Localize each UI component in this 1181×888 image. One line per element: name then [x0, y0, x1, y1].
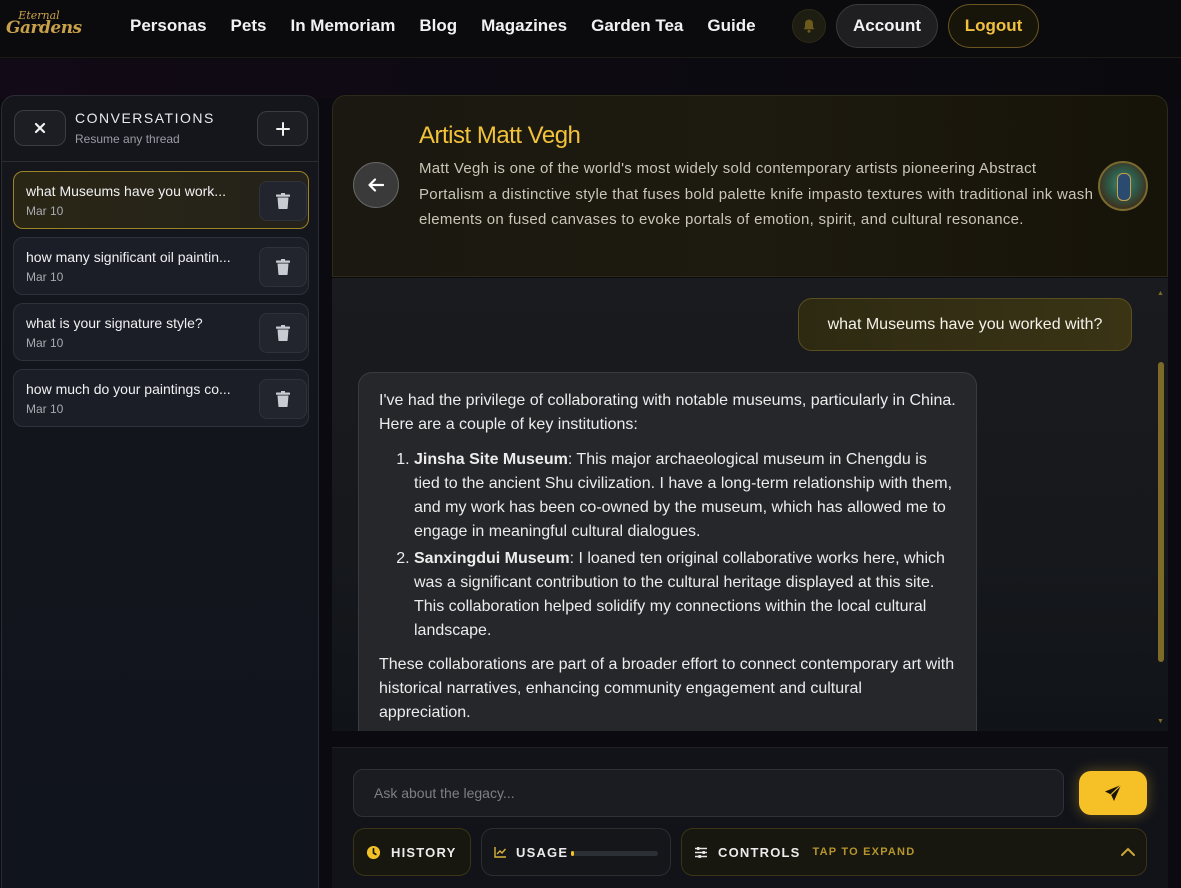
- persona-description: Matt Vegh is one of the world's most wid…: [419, 160, 1094, 229]
- logout-button[interactable]: Logout: [948, 4, 1039, 48]
- nav-magazines[interactable]: Magazines: [469, 16, 579, 36]
- usage-progress-fill: [571, 851, 574, 856]
- plus-icon: [275, 121, 290, 136]
- chevron-up-icon: [1121, 847, 1135, 856]
- nav-guide[interactable]: Guide: [695, 16, 767, 36]
- send-button[interactable]: [1079, 771, 1147, 815]
- delete-conversation-button[interactable]: [259, 247, 307, 287]
- delete-conversation-button[interactable]: [259, 379, 307, 419]
- scroll-up-arrow-icon[interactable]: ▲: [1157, 290, 1164, 297]
- message-input[interactable]: [353, 769, 1064, 817]
- account-button[interactable]: Account: [836, 4, 938, 48]
- museum-name: Sanxingdui Museum: [414, 550, 570, 567]
- conversation-title: what Museums have you work...: [26, 183, 226, 199]
- conversation-title: what is your signature style?: [26, 315, 203, 331]
- conversation-title: how many significant oil paintin...: [26, 249, 231, 265]
- museum-list: Jinsha Site Museum: This major archaeolo…: [379, 448, 956, 643]
- persona-header: Artist Matt Vegh Matt Vegh is one of the…: [332, 95, 1168, 277]
- conversation-item[interactable]: how much do your paintings co... Mar 10: [13, 369, 309, 427]
- museum-name: Jinsha Site Museum: [414, 451, 568, 468]
- sliders-icon: [695, 846, 707, 858]
- nav-blog[interactable]: Blog: [407, 16, 469, 36]
- chat-scrollbar[interactable]: ▲ ▼: [1157, 290, 1165, 725]
- assistant-message: I've had the privilege of collaborating …: [358, 372, 977, 731]
- close-icon: [34, 122, 46, 134]
- main-nav: Personas Pets In Memoriam Blog Magazines…: [118, 0, 768, 52]
- chat-panel: Artist Matt Vegh Matt Vegh is one of the…: [332, 95, 1168, 888]
- arrow-left-icon: [368, 178, 384, 192]
- assistant-outro: These collaborations are part of a broad…: [379, 656, 955, 721]
- new-conversation-button[interactable]: [257, 111, 308, 146]
- eternal-gardens-logo[interactable]: Eternal Gardens: [6, 9, 82, 39]
- persona-name: Artist Matt Vegh: [419, 122, 581, 149]
- sidebar-header: CONVERSATIONS Resume any thread: [2, 96, 318, 162]
- user-message: what Museums have you worked with?: [798, 298, 1132, 351]
- conversation-item[interactable]: what is your signature style? Mar 10: [13, 303, 309, 361]
- nav-personas[interactable]: Personas: [118, 16, 219, 36]
- usage-label: USAGE: [516, 844, 569, 860]
- assistant-intro: I've had the privilege of collaborating …: [379, 392, 956, 433]
- conversation-title: how much do your paintings co...: [26, 381, 231, 397]
- controls-toggle[interactable]: CONTROLS TAP TO EXPAND: [681, 828, 1147, 876]
- list-item: Jinsha Site Museum: This major archaeolo…: [414, 448, 956, 544]
- trash-icon: [276, 193, 290, 209]
- trash-icon: [276, 391, 290, 407]
- notifications-button[interactable]: [792, 9, 826, 43]
- conversation-item[interactable]: how many significant oil paintin... Mar …: [13, 237, 309, 295]
- history-label: HISTORY: [391, 844, 457, 860]
- message-list[interactable]: what Museums have you worked with? I've …: [332, 278, 1168, 731]
- back-button[interactable]: [353, 162, 399, 208]
- nav-in-memoriam[interactable]: In Memoriam: [278, 16, 407, 36]
- scroll-thumb[interactable]: [1158, 362, 1164, 662]
- delete-conversation-button[interactable]: [259, 181, 307, 221]
- background-band: [0, 59, 1181, 99]
- composer: HISTORY USAGE CONTROLS TAP TO EXPAND: [332, 747, 1168, 888]
- conversation-item[interactable]: what Museums have you work... Mar 10: [13, 171, 309, 229]
- scroll-down-arrow-icon[interactable]: ▼: [1157, 718, 1164, 725]
- top-navigation-bar: Eternal Gardens Personas Pets In Memoria…: [0, 0, 1181, 58]
- list-item: Sanxingdui Museum: I loaned ten original…: [414, 547, 956, 643]
- usage-progress-bar: [571, 851, 658, 856]
- history-button[interactable]: HISTORY: [353, 828, 471, 876]
- conversation-date: Mar 10: [26, 270, 64, 284]
- trash-icon: [276, 259, 290, 275]
- nav-pets[interactable]: Pets: [219, 16, 279, 36]
- bell-icon: [803, 19, 815, 33]
- logo-line-2: Gardens: [6, 18, 82, 38]
- conversation-date: Mar 10: [26, 204, 64, 218]
- conversations-sidebar: CONVERSATIONS Resume any thread what Mus…: [1, 95, 319, 888]
- conversation-date: Mar 10: [26, 336, 64, 350]
- usage-meter: USAGE: [481, 828, 671, 876]
- controls-label: CONTROLS: [718, 844, 801, 860]
- chart-line-icon: [494, 847, 507, 858]
- sidebar-subtitle: Resume any thread: [75, 132, 180, 146]
- persona-avatar: [1098, 161, 1148, 211]
- clock-icon: [366, 845, 381, 859]
- trash-icon: [276, 325, 290, 341]
- close-sidebar-button[interactable]: [14, 110, 66, 146]
- conversation-date: Mar 10: [26, 402, 64, 416]
- nav-garden-tea[interactable]: Garden Tea: [579, 16, 695, 36]
- sidebar-title: CONVERSATIONS: [75, 110, 215, 126]
- controls-hint: TAP TO EXPAND: [812, 846, 916, 858]
- send-icon: [1105, 784, 1122, 801]
- delete-conversation-button[interactable]: [259, 313, 307, 353]
